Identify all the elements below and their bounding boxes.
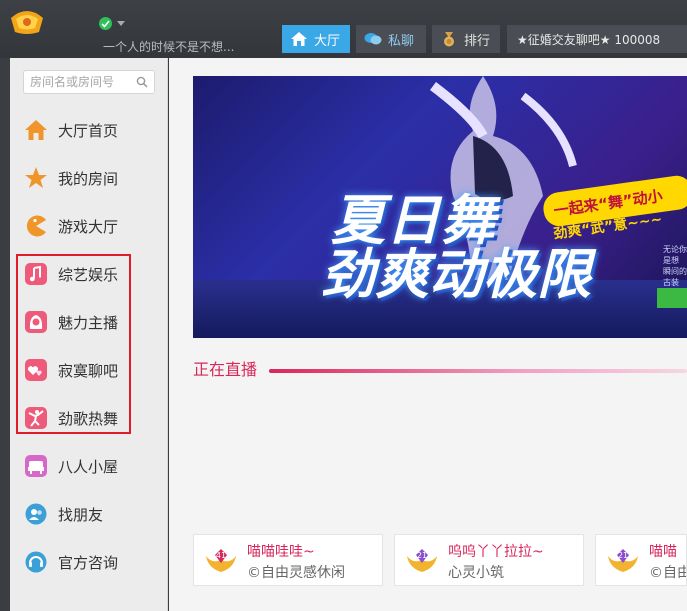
home-icon [291,32,307,46]
main-content: 夏日舞 劲爽动极限 一起来“舞”动小 劲爽“武”意~~~ 无论你是想 瞬间的古装… [169,58,687,611]
room-name: 呜呜丫丫拉拉~ [448,544,544,560]
sidebar-item-hall-home[interactable]: 大厅首页 [24,112,164,148]
level-badge-icon: 41 [206,549,236,572]
level-badge-icon: 21 [608,549,638,572]
promo-banner[interactable]: 夏日舞 劲爽动极限 一起来“舞”动小 劲爽“武”意~~~ 无论你是想 瞬间的古装… [193,76,687,338]
sidebar-item-label: 找朋友 [58,505,104,524]
house-icon [24,118,48,142]
top-bar: 一个人的时候不是不想... 大厅 私聊 排行 ★征婚交友聊吧★ 100008 [0,0,687,58]
sidebar-item-label: 大厅首页 [58,121,119,140]
app-logo-icon [11,11,43,34]
tab-private-chat-label: 私聊 [388,33,415,49]
sidebar: 大厅首页 我的房间 游戏大厅 综艺娱乐 魅力主播 寂寞聊吧 劲歌热舞 八人小屋 … [10,58,168,611]
tab-hall-label: 大厅 [314,33,341,49]
sofa-icon [24,454,48,478]
headset-icon [24,550,48,574]
room-name: 喵喵哇哇~ [247,544,315,560]
level-badge-number: 21 [417,551,427,560]
live-section-divider [269,369,687,373]
live-room-card[interactable]: 21 喵喵 ©自由 [595,534,687,586]
sidebar-item-label: 我的房间 [58,169,119,188]
sidebar-item-my-room[interactable]: 我的房间 [24,160,164,196]
tab-hall[interactable]: 大厅 [282,25,350,53]
live-room-card[interactable]: 21 呜呜丫丫拉拉~ 心灵小筑 [394,534,584,586]
room-search-box [23,70,155,94]
pacman-icon [24,214,48,238]
tab-ranking[interactable]: 排行 [432,25,500,53]
sidebar-item-find-friends[interactable]: 找朋友 [24,496,164,532]
user-signature[interactable]: 一个人的时候不是不想... [103,38,234,55]
room-search-input[interactable] [24,71,132,93]
sidebar-item-game-hall[interactable]: 游戏大厅 [24,208,164,244]
friends-icon [24,502,48,526]
online-status-icon[interactable] [99,17,112,30]
search-icon[interactable] [136,76,148,88]
tab-private-chat[interactable]: 私聊 [356,25,426,53]
level-badge-number: 41 [216,551,226,560]
room-category: ©自由 [649,565,687,581]
room-name: 喵喵 [649,544,677,560]
live-section-title: 正在直播 [193,360,258,379]
sidebar-item-eight-room[interactable]: 八人小屋 [24,448,164,484]
room-category: 心灵小筑 [448,565,504,581]
banner-enter-button[interactable] [657,288,687,308]
current-room-tab[interactable]: ★征婚交友聊吧★ 100008 [507,25,687,53]
sidebar-item-official-help[interactable]: 官方咨询 [24,544,164,580]
live-room-card[interactable]: 41 喵喵哇哇~ ©自由灵感休闲 [193,534,383,586]
highlight-box [16,254,131,434]
banner-title-line2: 劲爽动极限 [321,243,591,306]
chat-bubbles-icon [364,33,382,45]
sidebar-item-label: 官方咨询 [58,553,119,572]
level-badge-number: 21 [618,551,628,560]
sidebar-item-label: 八人小屋 [58,457,119,476]
current-room-label: ★征婚交友聊吧★ 100008 [517,32,661,47]
room-category: ©自由灵感休闲 [247,565,345,581]
sidebar-item-label: 游戏大厅 [58,217,119,236]
tab-ranking-label: 排行 [464,33,491,49]
medal-icon [444,32,454,47]
status-dropdown-icon[interactable] [117,21,125,26]
level-badge-icon: 21 [407,549,437,572]
star-icon [24,166,48,190]
